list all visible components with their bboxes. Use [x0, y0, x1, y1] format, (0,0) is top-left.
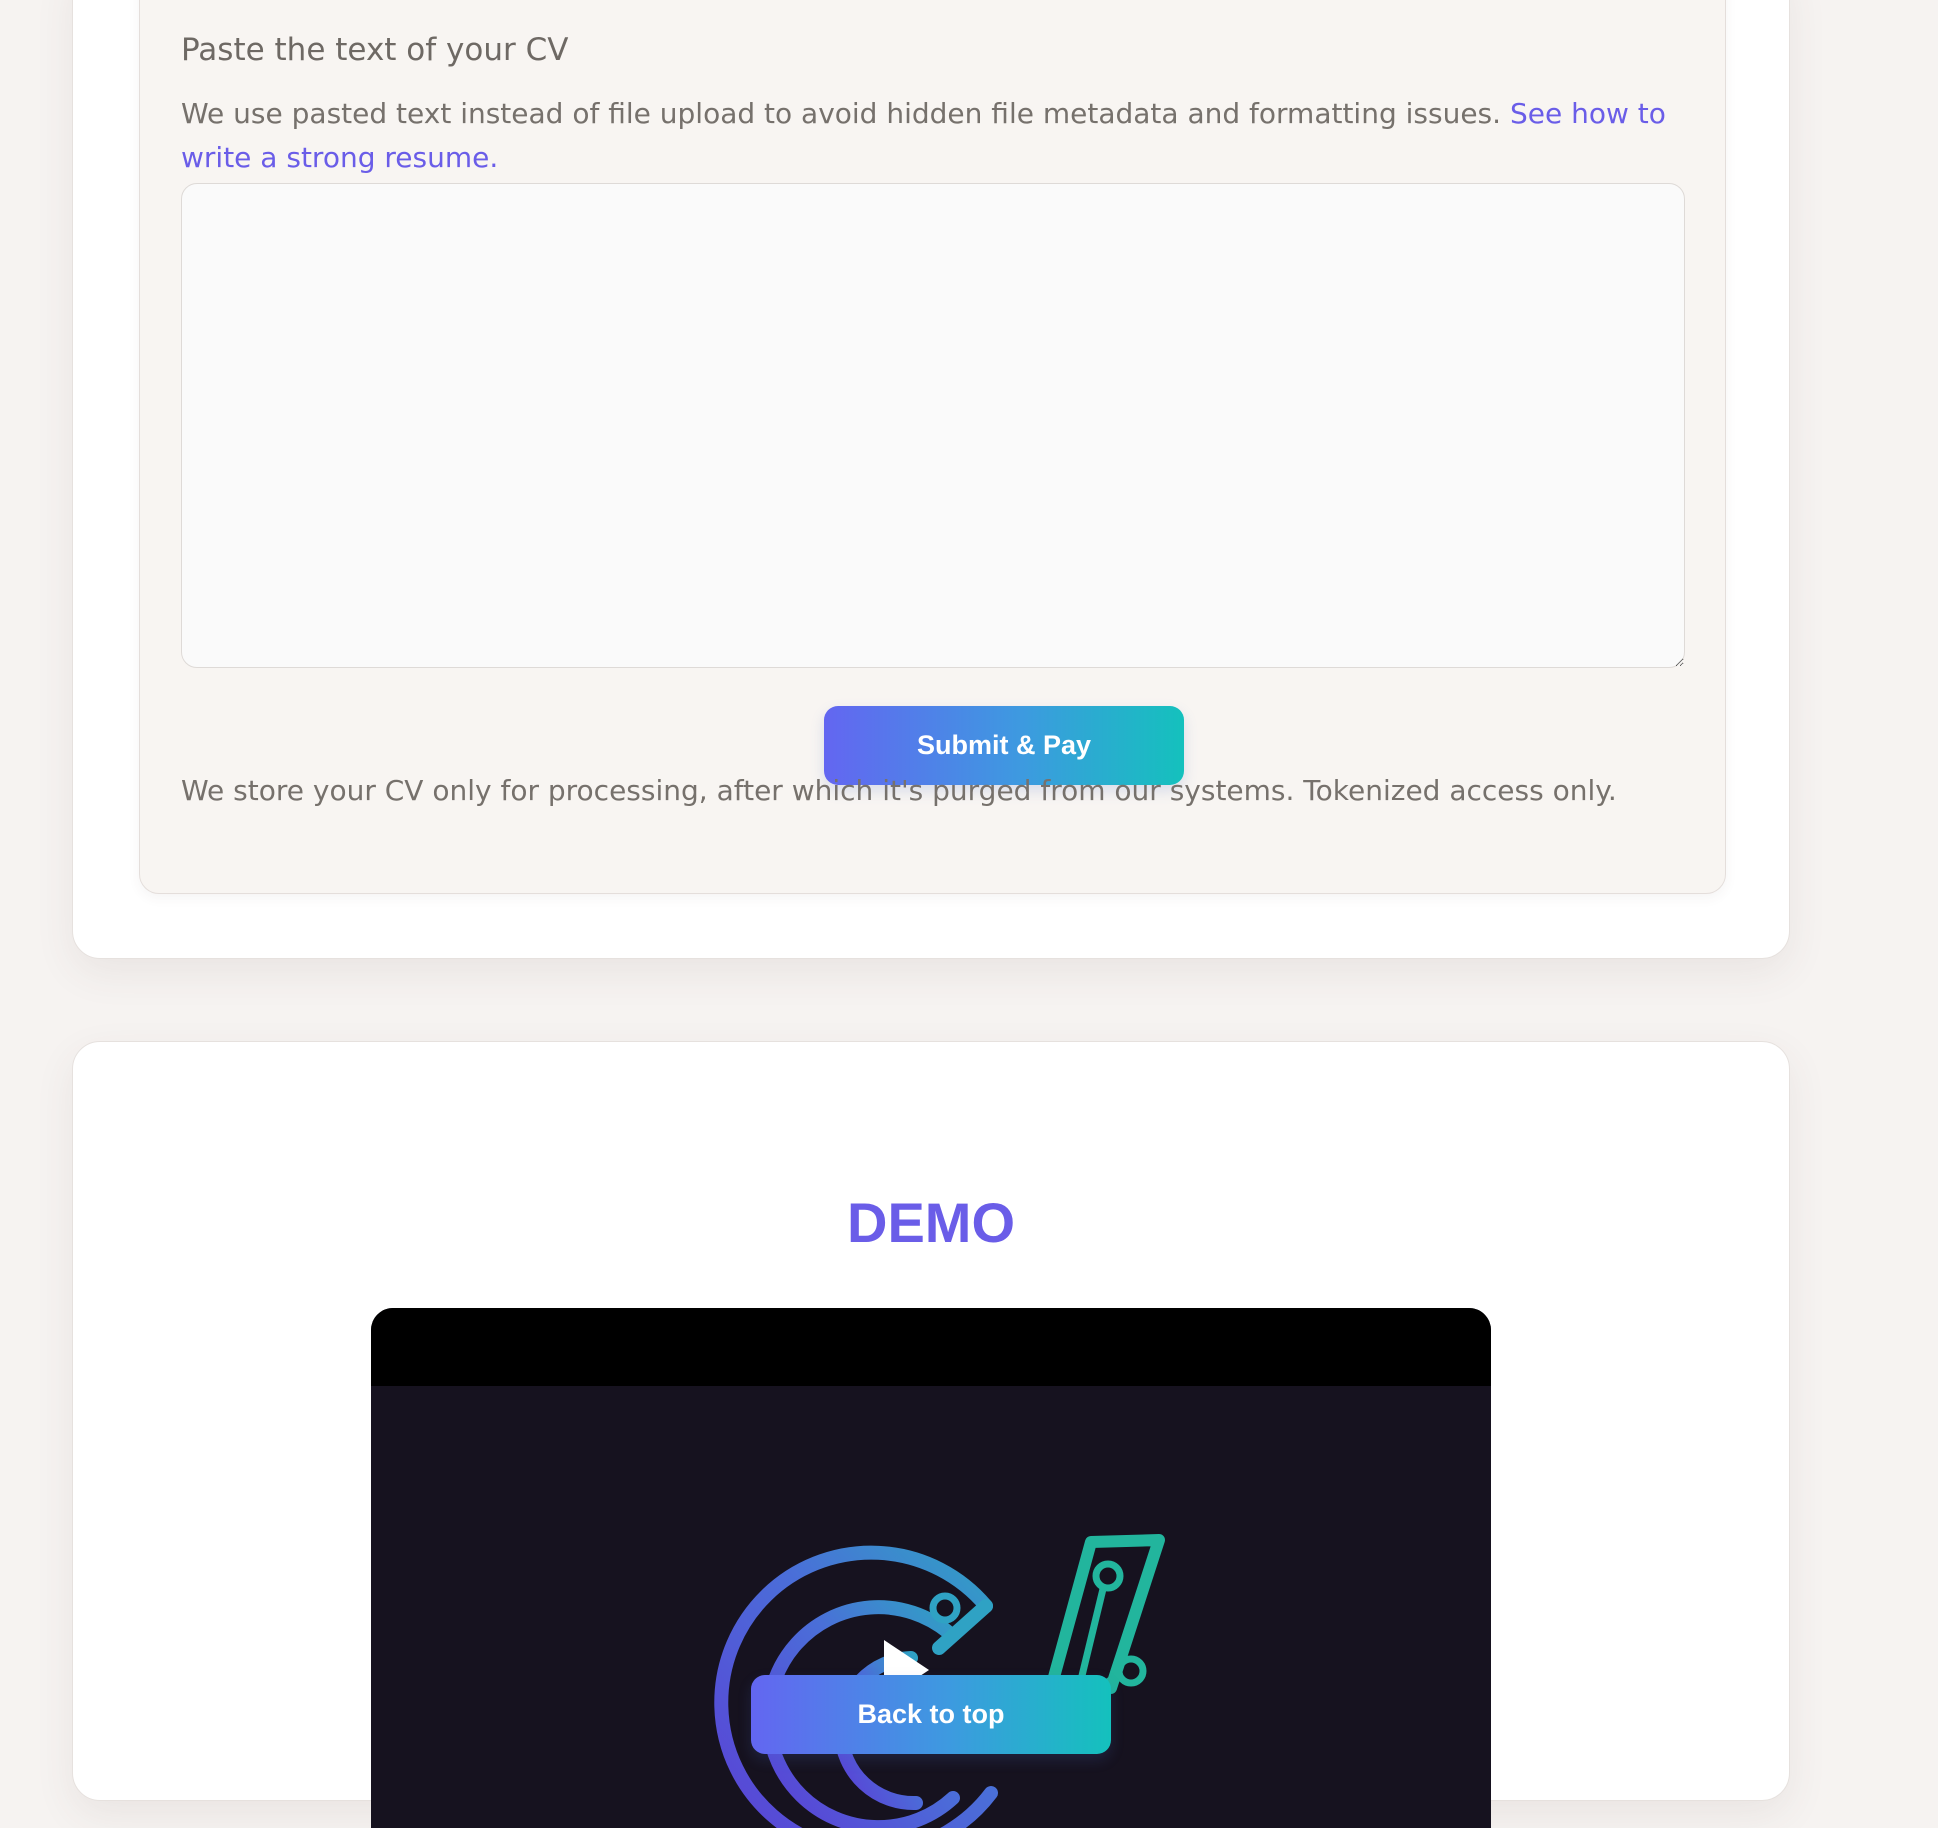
cv-form-card: Paste the text of your CV We use pasted …: [139, 0, 1726, 894]
back-to-top-button[interactable]: Back to top: [751, 1675, 1111, 1754]
form-description-text: We use pasted text instead of file uploa…: [181, 97, 1502, 130]
cv-text-input[interactable]: [181, 183, 1685, 668]
privacy-note: We store your CV only for processing, af…: [181, 774, 1617, 807]
form-title: Paste the text of your CV: [181, 32, 569, 68]
cv-form-section: Paste the text of your CV We use pasted …: [72, 0, 1790, 959]
form-description: We use pasted text instead of file uploa…: [181, 92, 1701, 180]
demo-title: DEMO: [847, 1191, 1015, 1254]
